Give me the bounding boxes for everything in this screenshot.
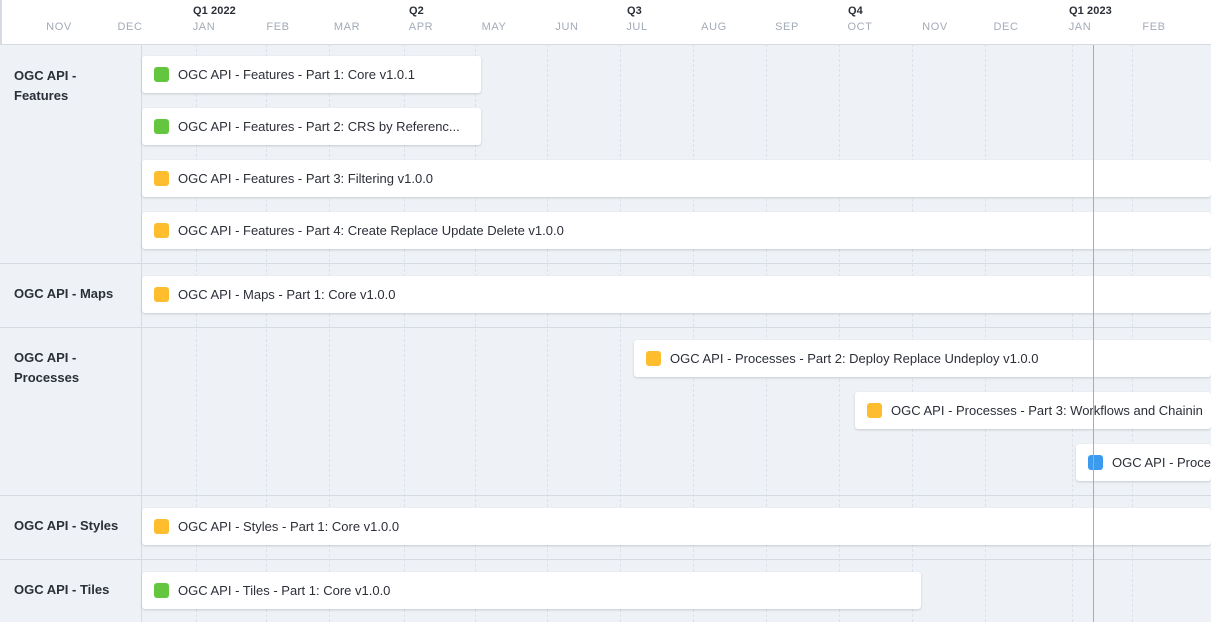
quarter-label-q3: Q3 <box>627 5 642 17</box>
roadmap-item-maps-part1[interactable]: OGC API - Maps - Part 1: Core v1.0.0 <box>142 276 1211 313</box>
group-label-column: OGC API - Features OGC API - Maps OGC AP… <box>0 44 142 622</box>
month-label: SEP <box>775 21 799 33</box>
month-label: NOV <box>922 21 948 33</box>
group-label-maps: OGC API - Maps <box>14 286 114 301</box>
roadmap-item-processes-part3[interactable]: OGC API - Processes - Part 3: Workflows … <box>855 392 1211 429</box>
status-indicator-icon <box>154 119 169 134</box>
group-label-tiles: OGC API - Tiles <box>14 582 110 597</box>
group-label-processes: OGC API - Processes <box>14 350 80 385</box>
month-label: OCT <box>847 21 873 33</box>
month-label: DEC <box>993 21 1019 33</box>
month-label: JAN <box>192 21 216 33</box>
month-label: FEB <box>1142 21 1166 33</box>
roadmap-item-label: OGC API - Maps - Part 1: Core v1.0.0 <box>178 287 396 302</box>
month-label: MAY <box>481 21 507 33</box>
timeline-header: Q1 2022 Q2 Q3 Q4 Q1 2023 NOV DEC JAN FEB… <box>0 0 1211 45</box>
roadmap-item-features-part2[interactable]: OGC API - Features - Part 2: CRS by Refe… <box>142 108 481 145</box>
month-label: FEB <box>266 21 290 33</box>
roadmap-item-processes-part2[interactable]: OGC API - Processes - Part 2: Deploy Rep… <box>634 340 1211 377</box>
status-indicator-icon <box>154 287 169 302</box>
month-label: NOV <box>46 21 72 33</box>
roadmap-item-processes-other[interactable]: OGC API - Proce <box>1076 444 1211 481</box>
roadmap-item-tiles-part1[interactable]: OGC API - Tiles - Part 1: Core v1.0.0 <box>142 572 921 609</box>
roadmap-item-label: OGC API - Processes - Part 3: Workflows … <box>891 403 1203 418</box>
month-label: JUL <box>626 21 648 33</box>
status-indicator-icon <box>154 223 169 238</box>
group-label-features: OGC API - Features <box>14 68 77 103</box>
roadmap-item-label: OGC API - Features - Part 1: Core v1.0.1 <box>178 67 415 82</box>
status-indicator-icon <box>154 171 169 186</box>
quarter-label-q1-2023: Q1 2023 <box>1069 5 1112 17</box>
month-label: JAN <box>1068 21 1092 33</box>
group-divider <box>0 263 1211 264</box>
status-indicator-icon <box>867 403 882 418</box>
month-label: JUN <box>555 21 579 33</box>
quarter-label-q2: Q2 <box>409 5 424 17</box>
roadmap-item-label: OGC API - Features - Part 3: Filtering v… <box>178 171 434 186</box>
quarter-label-q4: Q4 <box>848 5 863 17</box>
group-divider <box>0 495 1211 496</box>
quarter-label-q1-2022: Q1 2022 <box>193 5 236 17</box>
status-indicator-icon <box>154 519 169 534</box>
month-label: DEC <box>117 21 143 33</box>
roadmap-item-label: OGC API - Styles - Part 1: Core v1.0.0 <box>178 519 400 534</box>
status-indicator-icon <box>154 67 169 82</box>
group-label-styles: OGC API - Styles <box>14 518 119 533</box>
roadmap-item-features-part1[interactable]: OGC API - Features - Part 1: Core v1.0.1 <box>142 56 481 93</box>
status-indicator-icon <box>646 351 661 366</box>
roadmap-item-label: OGC API - Features - Part 4: Create Repl… <box>178 223 564 238</box>
roadmap-item-label: OGC API - Tiles - Part 1: Core v1.0.0 <box>178 583 391 598</box>
roadmap-item-label: OGC API - Processes - Part 2: Deploy Rep… <box>670 351 1039 366</box>
group-divider <box>0 327 1211 328</box>
group-divider <box>0 559 1211 560</box>
month-label: MAR <box>333 21 361 33</box>
month-label: AUG <box>701 21 727 33</box>
status-indicator-icon <box>154 583 169 598</box>
today-marker-line <box>1093 0 1094 622</box>
status-indicator-icon <box>1088 455 1103 470</box>
month-label: APR <box>408 21 434 33</box>
roadmap-item-features-part4[interactable]: OGC API - Features - Part 4: Create Repl… <box>142 212 1211 249</box>
roadmap-item-label: OGC API - Proce <box>1112 455 1211 470</box>
header-left-edge <box>0 0 2 44</box>
roadmap-item-features-part3[interactable]: OGC API - Features - Part 3: Filtering v… <box>142 160 1211 197</box>
roadmap-item-styles-part1[interactable]: OGC API - Styles - Part 1: Core v1.0.0 <box>142 508 1211 545</box>
roadmap-item-label: OGC API - Features - Part 2: CRS by Refe… <box>178 119 460 134</box>
